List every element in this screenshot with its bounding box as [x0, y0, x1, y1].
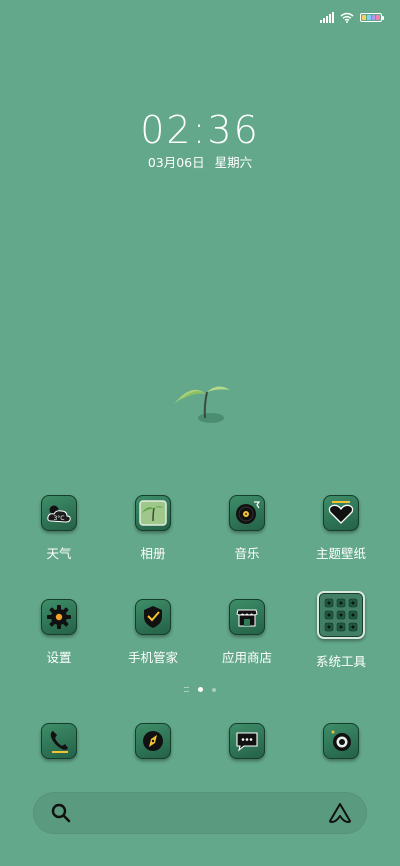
- date-text: 03月06日: [147, 155, 205, 170]
- clock-date[interactable]: 03月06日 星期六: [0, 152, 400, 171]
- app-folder-tools[interactable]: 系统工具: [291, 591, 391, 670]
- app-theme[interactable]: 主题壁纸: [291, 495, 391, 562]
- app-label-gallery: 相册: [140, 546, 166, 561]
- app-label-security: 手机管家: [127, 650, 178, 665]
- app-label-settings: 设置: [46, 650, 72, 665]
- plant-sprout-icon: [174, 386, 230, 423]
- app-label-weather: 天气: [46, 546, 72, 561]
- weather-temp: 3°C: [53, 515, 64, 522]
- messages-icon: [229, 723, 265, 759]
- dock-phone[interactable]: [9, 723, 109, 759]
- security-icon: [135, 599, 171, 635]
- search-bar[interactable]: [33, 792, 367, 834]
- app-label-tools: 系统工具: [315, 654, 366, 669]
- weekday-text: 星期六: [214, 155, 253, 170]
- app-label-music: 音乐: [234, 546, 260, 561]
- app-label-theme: 主题壁纸: [315, 546, 366, 561]
- settings-icon: [41, 599, 77, 635]
- search-icon[interactable]: [50, 802, 72, 824]
- app-music[interactable]: 音乐: [197, 495, 297, 562]
- dock-camera[interactable]: [291, 723, 391, 759]
- browser-icon: [135, 723, 171, 759]
- wifi-icon: [340, 12, 354, 23]
- app-store[interactable]: 应用商店: [197, 599, 297, 666]
- camera-icon: [323, 723, 359, 759]
- app-settings[interactable]: 设置: [9, 599, 109, 666]
- signal-icon: [320, 11, 334, 23]
- status-bar: [320, 8, 384, 26]
- dock-messages[interactable]: [197, 723, 297, 759]
- page-indicator[interactable]: [0, 687, 400, 692]
- battery-icon: [360, 12, 384, 22]
- music-icon: [229, 495, 265, 531]
- app-store-icon: [229, 599, 265, 635]
- page-dot-2[interactable]: [198, 687, 203, 692]
- page-dot-3[interactable]: [212, 687, 216, 692]
- app-gallery[interactable]: 相册: [103, 495, 203, 562]
- gallery-icon: [135, 495, 171, 531]
- dock-browser[interactable]: [103, 723, 203, 759]
- app-weather[interactable]: 3°C 天气: [9, 495, 109, 562]
- theme-icon: [323, 495, 359, 531]
- app-security[interactable]: 手机管家: [103, 599, 203, 666]
- app-label-store: 应用商店: [221, 650, 272, 665]
- weather-icon: 3°C: [41, 495, 77, 531]
- folder-icon: [317, 591, 365, 639]
- phone-icon: [41, 723, 77, 759]
- clock-time[interactable]: 02:36: [0, 108, 400, 152]
- page-dot-1[interactable]: [184, 687, 189, 692]
- assistant-icon[interactable]: [328, 802, 352, 824]
